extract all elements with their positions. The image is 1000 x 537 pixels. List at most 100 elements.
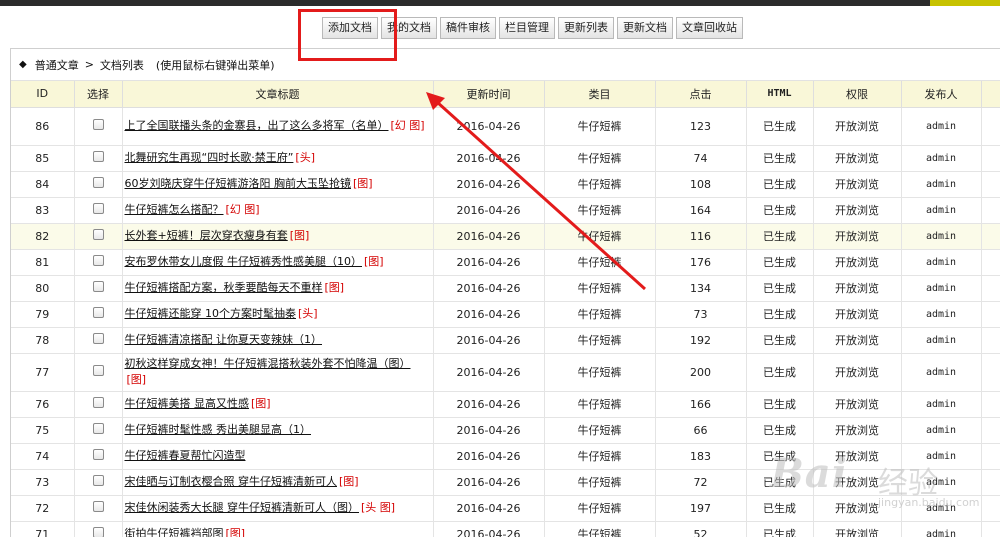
row-category[interactable]: 牛仔短裤 <box>544 145 656 172</box>
row-flags[interactable]: [图] <box>364 255 384 268</box>
row-title-link[interactable]: 牛仔短裤美搭 显高又性感 <box>125 397 250 410</box>
col-id-header[interactable]: ID <box>11 81 75 108</box>
row-html-status[interactable]: 已生成 <box>746 145 814 172</box>
table-row[interactable]: 75 牛仔短裤时髦性感 秀出美腿显高（1） 2016-04-26 牛仔短裤 66 已生成开… <box>11 417 1000 444</box>
row-title-link[interactable]: 牛仔短裤清凉搭配 让你夏天变辣妹（1） <box>125 333 323 346</box>
row-flags[interactable]: [图] <box>251 397 271 410</box>
row-checkbox[interactable] <box>92 475 104 486</box>
row-flags[interactable]: [头 图] <box>361 501 395 514</box>
row-checkbox[interactable] <box>92 119 104 130</box>
recycle-bin-button[interactable]: 文章回收站 <box>676 17 743 39</box>
row-select[interactable] <box>74 417 123 444</box>
row-checkbox[interactable] <box>92 397 104 408</box>
row-html-status[interactable]: 已生成 <box>746 301 814 328</box>
row-html-status[interactable]: 已生成 <box>746 327 814 354</box>
table-row[interactable]: 84 60岁刘晓庆穿牛仔短裤游洛阳 胸前大玉坠抢镜 [图] 2016-04-26 牛仔短… <box>11 171 1000 198</box>
table-row[interactable]: 77 初秋这样穿成女神！牛仔短裤混搭秋装外套不怕降温（图） [图] 2016-04-2… <box>11 353 1000 392</box>
row-title-link[interactable]: 牛仔短裤怎么搭配？ <box>125 203 224 216</box>
row-category[interactable]: 牛仔短裤 <box>544 353 656 392</box>
table-row[interactable]: 80 牛仔短裤搭配方案，秋季要酷每天不重样 [图] 2016-04-26 牛仔短裤 134… <box>11 275 1000 302</box>
row-title-link[interactable]: 宋佳休闲装秀大长腿 穿牛仔短裤清新可人（图） <box>125 501 360 514</box>
row-title-link[interactable]: 牛仔短裤春夏帮忙闪造型 <box>125 449 246 462</box>
row-title-link[interactable]: 长外套+短裤！层次穿衣瘦身有套 <box>125 229 288 242</box>
row-html-status[interactable]: 已生成 <box>746 223 814 250</box>
row-checkbox[interactable] <box>92 255 104 266</box>
row-category[interactable]: 牛仔短裤 <box>544 469 656 496</box>
row-category[interactable]: 牛仔短裤 <box>544 417 656 444</box>
table-row[interactable]: 83 牛仔短裤怎么搭配？ [幻 图] 2016-04-26 牛仔短裤 164 已生成 开放浏览… <box>11 197 1000 224</box>
row-title-link[interactable]: 牛仔短裤还能穿 10个方案时髦抽秦 <box>125 307 297 320</box>
row-title-link[interactable]: 60岁刘晓庆穿牛仔短裤游洛阳 胸前大玉坠抢镜 <box>125 177 352 190</box>
row-checkbox[interactable] <box>92 307 104 318</box>
update-documents-button[interactable]: 更新文档 <box>617 17 673 39</box>
col-clicks-header[interactable]: 点击 <box>655 81 747 108</box>
row-select[interactable] <box>74 249 123 276</box>
row-flags[interactable]: [幻 图] <box>391 119 425 132</box>
row-checkbox[interactable] <box>92 423 104 434</box>
row-select[interactable] <box>74 327 123 354</box>
row-flags[interactable]: [图] <box>127 373 147 386</box>
table-row[interactable]: 78 牛仔短裤清凉搭配 让你夏天变辣妹（1） 2016-04-26 牛仔短裤 192 已生… <box>11 327 1000 354</box>
row-checkbox[interactable] <box>92 229 104 240</box>
row-checkbox[interactable] <box>92 501 104 512</box>
row-category[interactable]: 牛仔短裤 <box>544 391 656 418</box>
row-checkbox[interactable] <box>92 281 104 292</box>
row-flags[interactable]: [头] <box>295 151 315 164</box>
row-flags[interactable]: [图] <box>226 527 246 537</box>
row-category[interactable]: 牛仔短裤 <box>544 249 656 276</box>
row-flags[interactable]: [图] <box>339 475 359 488</box>
row-select[interactable] <box>74 353 123 392</box>
row-select[interactable] <box>74 197 123 224</box>
row-html-status[interactable]: 已生成 <box>746 249 814 276</box>
row-flags[interactable]: [图] <box>290 229 310 242</box>
row-select[interactable] <box>74 107 123 146</box>
row-html-status[interactable]: 已生成 <box>746 275 814 302</box>
row-select[interactable] <box>74 145 123 172</box>
row-title-link[interactable]: 安布罗休带女儿度假 牛仔短裤秀性感美腿（10） <box>125 255 363 268</box>
row-category[interactable]: 牛仔短裤 <box>544 223 656 250</box>
row-category[interactable]: 牛仔短裤 <box>544 443 656 470</box>
row-title-link[interactable]: 牛仔短裤时髦性感 秀出美腿显高（1） <box>125 423 312 436</box>
table-row[interactable]: 79 牛仔短裤还能穿 10个方案时髦抽秦 [头] 2016-04-26 牛仔短裤 73 已生… <box>11 301 1000 328</box>
row-select[interactable] <box>74 495 123 522</box>
review-submissions-button[interactable]: 稿件审核 <box>440 17 496 39</box>
row-flags[interactable]: [图] <box>325 281 345 294</box>
row-title-link[interactable]: 北舞研究生再现“四时长歌·禁王府” <box>125 151 294 164</box>
row-checkbox[interactable] <box>92 151 104 162</box>
row-category[interactable]: 牛仔短裤 <box>544 301 656 328</box>
col-updated-header[interactable]: 更新时间 <box>433 81 545 108</box>
row-html-status[interactable]: 已生成 <box>746 197 814 224</box>
column-management-button[interactable]: 栏目管理 <box>499 17 555 39</box>
row-checkbox[interactable] <box>92 203 104 214</box>
row-title-link[interactable]: 初秋这样穿成女神！牛仔短裤混搭秋装外套不怕降温（图） <box>125 357 411 370</box>
row-select[interactable] <box>74 275 123 302</box>
row-html-status[interactable]: 已生成 <box>746 391 814 418</box>
row-html-status[interactable]: 已生成 <box>746 107 814 146</box>
row-category[interactable]: 牛仔短裤 <box>544 275 656 302</box>
table-row[interactable]: 76 牛仔短裤美搭 显高又性感 [图] 2016-04-26 牛仔短裤 166 已生成 开放浏… <box>11 391 1000 418</box>
row-select[interactable] <box>74 301 123 328</box>
row-html-status[interactable]: 已生成 <box>746 171 814 198</box>
row-select[interactable] <box>74 521 123 537</box>
table-row[interactable]: 81 安布罗休带女儿度假 牛仔短裤秀性感美腿（10） [图] 2016-04-26 牛仔… <box>11 249 1000 276</box>
row-category[interactable]: 牛仔短裤 <box>544 327 656 354</box>
row-html-status[interactable]: 已生成 <box>746 521 814 537</box>
table-row[interactable]: 82 长外套+短裤！层次穿衣瘦身有套 [图] 2016-04-26 牛仔短裤 116 已生成… <box>11 223 1000 250</box>
col-category-header[interactable]: 类目 <box>544 81 656 108</box>
row-category[interactable]: 牛仔短裤 <box>544 171 656 198</box>
row-title-link[interactable]: 牛仔短裤搭配方案，秋季要酷每天不重样 <box>125 281 323 294</box>
table-row[interactable]: 86 上了全国联播头条的金寨县，出了这么多将军（名单） [幻 图] 2016-04-2… <box>11 107 1000 146</box>
update-list-button[interactable]: 更新列表 <box>558 17 614 39</box>
col-title-header[interactable]: 文章标题 <box>122 81 434 108</box>
row-checkbox[interactable] <box>92 449 104 460</box>
row-select[interactable] <box>74 223 123 250</box>
row-flags[interactable]: [头] <box>298 307 318 320</box>
breadcrumb-root[interactable]: 普通文章 <box>35 57 79 73</box>
row-title-link[interactable]: 上了全国联播头条的金寨县，出了这么多将军（名单） <box>125 119 389 132</box>
row-select[interactable] <box>74 443 123 470</box>
row-category[interactable]: 牛仔短裤 <box>544 197 656 224</box>
row-category[interactable]: 牛仔短裤 <box>544 107 656 146</box>
row-select[interactable] <box>74 469 123 496</box>
row-flags[interactable]: [幻 图] <box>226 203 260 216</box>
row-category[interactable]: 牛仔短裤 <box>544 495 656 522</box>
